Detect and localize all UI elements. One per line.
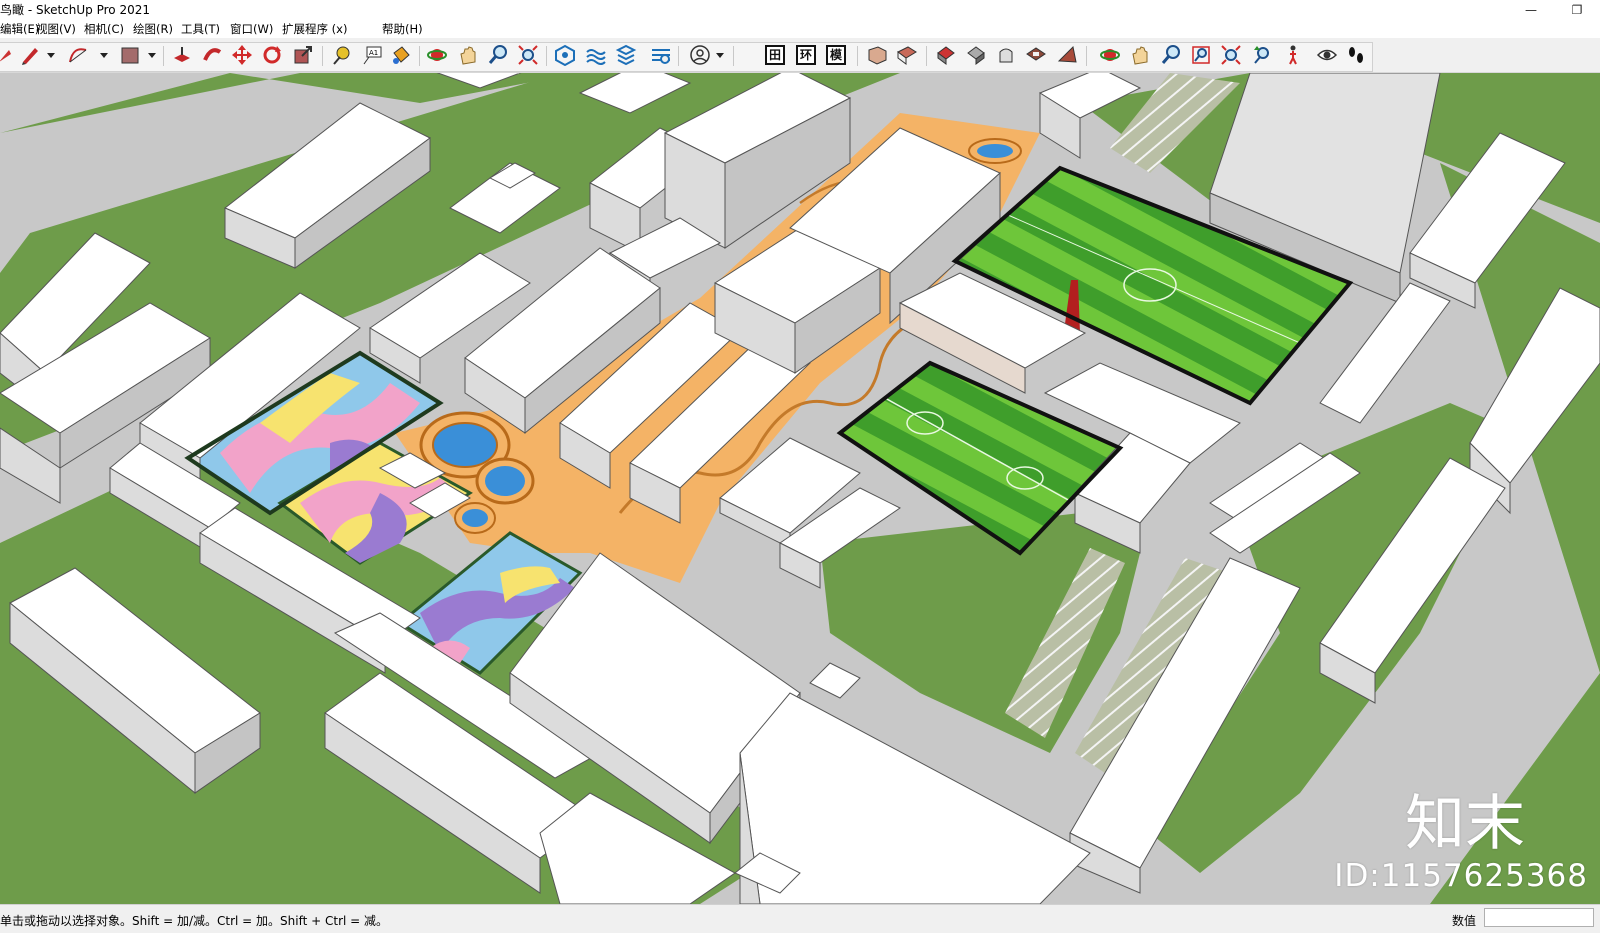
toolbar-separator	[546, 46, 547, 66]
orbit-icon[interactable]	[425, 43, 449, 67]
right-view-icon[interactable]	[964, 43, 988, 67]
title-bar: 鸟瞰 - SketchUp Pro 2021 — ❐	[0, 0, 1600, 20]
walk-icon[interactable]	[1281, 43, 1305, 67]
follow-me-icon[interactable]	[200, 43, 224, 67]
zoom-icon-2[interactable]	[1159, 43, 1183, 67]
top-view-icon[interactable]	[895, 43, 919, 67]
watermark-logo: 知末	[1405, 789, 1525, 859]
svg-text:A1: A1	[369, 49, 378, 57]
pencil-icon[interactable]	[18, 43, 42, 67]
fountain-small	[454, 502, 496, 534]
plugin-button-mo[interactable]: 模	[826, 45, 846, 65]
iso-view-icon[interactable]	[865, 43, 889, 67]
menu-edit[interactable]: 编辑(E)	[0, 20, 39, 38]
menu-bar: 编辑(E) 视图(V) 相机(C) 绘图(R) 工具(T) 窗口(W) 扩展程序…	[0, 20, 1600, 38]
maximize-button[interactable]: ❐	[1554, 0, 1600, 20]
status-message: 单击或拖动以选择对象。Shift = 加/减。Ctrl = 加。Shift + …	[0, 914, 389, 928]
zoom-extents-icon-2[interactable]	[1219, 43, 1243, 67]
sandbox-stamp-icon[interactable]	[614, 43, 638, 67]
toolbar-separator	[419, 46, 420, 66]
arrow-dropdown-icon[interactable]	[0, 43, 18, 67]
previous-view-icon[interactable]	[1250, 43, 1274, 67]
sandbox-icon[interactable]	[553, 43, 577, 67]
left-view-icon[interactable]	[1024, 43, 1048, 67]
text-label-icon[interactable]: A1	[360, 43, 384, 67]
model-viewport[interactable]: 知末 ID:1157625368	[0, 73, 1600, 904]
move-icon[interactable]	[230, 43, 254, 67]
window-controls: — ❐	[1508, 0, 1600, 20]
plugin-button-huan[interactable]: 环	[796, 45, 816, 65]
toolbar-separator	[322, 46, 323, 66]
zoom-window-icon[interactable]	[1189, 43, 1213, 67]
pan-icon-2[interactable]	[1128, 43, 1152, 67]
toolbar-separator	[733, 46, 734, 66]
fountain-north	[968, 138, 1022, 164]
toolbar: A1 田 环 模	[0, 38, 1600, 73]
footprints-icon[interactable]	[1344, 43, 1368, 67]
toolbar-separator	[926, 46, 927, 66]
user-icon[interactable]	[688, 43, 712, 67]
watermark-id: ID:1157625368	[1334, 858, 1588, 894]
toolbar-separator	[857, 46, 858, 66]
chevron-down-icon[interactable]	[148, 53, 156, 58]
sandbox-flip-icon[interactable]	[649, 43, 673, 67]
menu-view[interactable]: 视图(V)	[36, 20, 76, 38]
front-view-icon[interactable]	[934, 43, 958, 67]
section-view-icon[interactable]	[1055, 43, 1079, 67]
arc-icon[interactable]	[66, 43, 90, 67]
orbit-icon-2[interactable]	[1098, 43, 1122, 67]
toolbar-separator	[163, 46, 164, 66]
tape-measure-icon[interactable]	[330, 43, 354, 67]
menu-help[interactable]: 帮助(H)	[382, 20, 423, 38]
chevron-down-icon[interactable]	[716, 53, 724, 58]
look-around-icon[interactable]	[1315, 43, 1339, 67]
toolbar-separator	[678, 46, 679, 66]
rectangle-icon[interactable]	[118, 43, 142, 67]
minimize-button[interactable]: —	[1508, 0, 1554, 20]
zoom-extents-icon[interactable]	[516, 43, 540, 67]
back-view-icon[interactable]	[994, 43, 1018, 67]
menu-window[interactable]: 窗口(W)	[230, 20, 273, 38]
chevron-down-icon[interactable]	[47, 53, 55, 58]
paint-bucket-icon[interactable]	[389, 43, 413, 67]
pan-icon[interactable]	[456, 43, 480, 67]
menu-draw[interactable]: 绘图(R)	[133, 20, 173, 38]
sandbox-smoove-icon[interactable]	[584, 43, 608, 67]
scale-icon[interactable]	[291, 43, 315, 67]
chevron-down-icon[interactable]	[100, 53, 108, 58]
menu-extensions[interactable]: 扩展程序 (x)	[282, 20, 347, 38]
measurements-input[interactable]	[1484, 908, 1594, 927]
menu-tools[interactable]: 工具(T)	[181, 20, 220, 38]
measurements-label: 数值	[1452, 914, 1477, 928]
scene-canvas[interactable]	[0, 73, 1600, 904]
fountain-medium	[475, 457, 535, 505]
menu-camera[interactable]: 相机(C)	[84, 20, 124, 38]
plugin-button-tian[interactable]: 田	[765, 45, 785, 65]
rotate-icon[interactable]	[260, 43, 284, 67]
push-pull-icon[interactable]	[170, 43, 194, 67]
toolbar-separator	[1086, 46, 1087, 66]
window-title: 鸟瞰 - SketchUp Pro 2021	[0, 3, 150, 17]
zoom-icon[interactable]	[486, 43, 510, 67]
status-bar: 单击或拖动以选择对象。Shift = 加/减。Ctrl = 加。Shift + …	[0, 904, 1600, 933]
